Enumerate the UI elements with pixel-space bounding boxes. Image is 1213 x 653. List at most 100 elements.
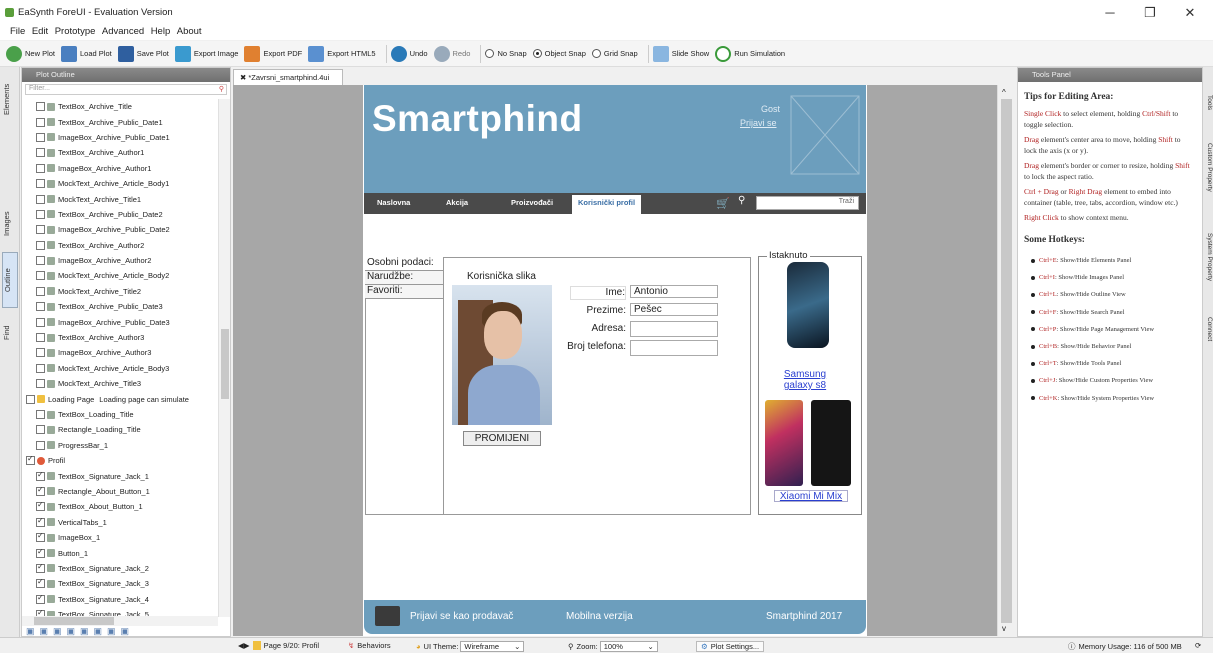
ui-theme-selector[interactable]: ◕ UI Theme: Wireframe ⌄	[416, 641, 525, 652]
outline-tree-item[interactable]: MockText_Archive_Article_Body2	[22, 268, 218, 283]
outline-tree-item[interactable]: VerticalTabs_1	[22, 515, 218, 530]
login-link[interactable]: Prijavi se	[740, 118, 777, 128]
close-button[interactable]: ✕	[1175, 4, 1205, 22]
outline-tree-item[interactable]: Rectangle_Loading_Title	[22, 422, 218, 437]
tab-favoriti[interactable]: Favoriti:	[365, 285, 443, 299]
outline-filter-input[interactable]: Filter... ⚲	[25, 84, 227, 95]
visibility-checkbox[interactable]	[36, 440, 45, 450]
document-tab[interactable]: ✖ *Zavrsni_smartphind.4ui	[233, 69, 343, 85]
menu-about[interactable]: About	[177, 26, 202, 37]
grid-snap-radio[interactable]: Grid Snap	[591, 49, 638, 58]
save-plot-button[interactable]: Save Plot	[117, 45, 169, 62]
outline-tree-item[interactable]: TextBox_Signature_Jack_2	[22, 561, 218, 576]
visibility-checkbox[interactable]	[36, 240, 45, 250]
visibility-checkbox[interactable]	[36, 333, 45, 343]
nav-proizvodaci[interactable]: Proizvođači	[511, 198, 553, 207]
visibility-checkbox[interactable]	[36, 102, 45, 112]
object-snap-radio[interactable]: Object Snap	[532, 49, 586, 58]
outline-tree-item[interactable]: ProgressBar_1	[22, 438, 218, 453]
visibility-checkbox[interactable]	[36, 317, 45, 327]
export-pdf-button[interactable]: Export PDF	[244, 45, 302, 62]
visibility-checkbox[interactable]	[36, 425, 45, 435]
outline-tree-item[interactable]: MockText_Archive_Article_Body3	[22, 361, 218, 376]
cart-icon[interactable]: 🛒	[716, 197, 730, 210]
search-button[interactable]: Traži	[839, 198, 854, 205]
visibility-checkbox[interactable]	[36, 179, 45, 189]
visibility-checkbox[interactable]	[36, 302, 45, 312]
nav-korisnicki-profil[interactable]: Korisnički profil	[572, 195, 642, 214]
visibility-checkbox[interactable]	[26, 394, 35, 404]
slide-show-button[interactable]: Slide Show	[652, 45, 709, 62]
product-link-xiaomi[interactable]: Xiaomi Mi Mix	[774, 490, 848, 502]
outline-tree-item[interactable]: TextBox_Signature_Jack_3	[22, 576, 218, 591]
outline-tree-item[interactable]: TextBox_Archive_Public_Date3	[22, 299, 218, 314]
field-broj-telefona[interactable]	[630, 340, 718, 356]
field-prezime[interactable]: Pešec	[630, 303, 718, 316]
menu-prototype[interactable]: Prototype	[55, 26, 96, 37]
visibility-checkbox[interactable]	[36, 562, 45, 573]
tab-system-property[interactable]: System Property	[1203, 217, 1213, 297]
outline-tree-item[interactable]: TextBox_Archive_Author2	[22, 238, 218, 253]
site-search-input[interactable]: Traži	[756, 196, 859, 210]
canvas-scrollbar[interactable]: ^ v	[997, 85, 1015, 636]
minimize-button[interactable]: ─	[1095, 4, 1125, 22]
plot-settings-button[interactable]: ⚙ Plot Settings...	[696, 641, 765, 652]
nav-akcija[interactable]: Akcija	[446, 198, 468, 207]
zoom-select[interactable]: 100% ⌄	[599, 641, 658, 652]
outline-tree-item[interactable]: TextBox_Loading_Title	[22, 407, 218, 422]
outline-tree-item[interactable]: TextBox_Archive_Author3	[22, 330, 218, 345]
outline-tree-item[interactable]: ImageBox_Archive_Public_Date2	[22, 222, 218, 237]
outline-tree-item[interactable]: MockText_Archive_Title1	[22, 191, 218, 206]
visibility-checkbox[interactable]	[36, 194, 45, 204]
visibility-checkbox[interactable]	[36, 577, 45, 589]
outline-tree-item[interactable]: TextBox_Archive_Author1	[22, 145, 218, 160]
redo-button[interactable]: Redo	[433, 45, 470, 62]
outline-tools-icons[interactable]: ▣▣▣▣▣▣▣▣	[26, 626, 134, 637]
outline-tree-item[interactable]: MockText_Archive_Article_Body1	[22, 176, 218, 191]
visibility-checkbox[interactable]	[36, 531, 45, 543]
outline-tree-item[interactable]: TextBox_Archive_Public_Date1	[22, 114, 218, 129]
visibility-checkbox[interactable]	[36, 363, 45, 373]
visibility-checkbox[interactable]	[36, 516, 45, 527]
visibility-checkbox[interactable]	[36, 286, 45, 296]
menu-help[interactable]: Help	[151, 26, 171, 37]
visibility-checkbox[interactable]	[36, 163, 45, 173]
menu-edit[interactable]: Edit	[32, 26, 48, 37]
menu-file[interactable]: File	[10, 26, 25, 37]
change-photo-button[interactable]: PROMIJENI	[463, 431, 541, 446]
outline-tree-item[interactable]: TextBox_Archive_Public_Date2	[22, 207, 218, 222]
page-navigation[interactable]: ◀ ▶ Page 9/20: Profil	[238, 641, 319, 650]
outline-hscrollbar[interactable]	[22, 616, 218, 626]
gc-button[interactable]: ⟳	[1195, 641, 1201, 650]
visibility-checkbox[interactable]	[36, 500, 45, 512]
seller-login-link[interactable]: Prijavi se kao prodavač	[410, 611, 513, 622]
outline-tree-item[interactable]: ImageBox_Archive_Public_Date1	[22, 130, 218, 145]
outline-tree-item[interactable]: ImageBox_1	[22, 530, 218, 545]
outline-tree-item[interactable]: TextBox_Archive_Title	[22, 99, 218, 114]
outline-tree-item[interactable]: MockText_Archive_Title3	[22, 376, 218, 391]
outline-tree-item[interactable]: Profil	[22, 453, 218, 468]
outline-tree-item[interactable]: TextBox_About_Button_1	[22, 499, 218, 514]
field-ime[interactable]: Antonio	[630, 285, 718, 298]
visibility-checkbox[interactable]	[36, 410, 45, 419]
visibility-checkbox[interactable]	[26, 454, 35, 466]
visibility-checkbox[interactable]	[36, 379, 45, 389]
visibility-checkbox[interactable]	[36, 485, 45, 496]
export-image-button[interactable]: Export Image	[174, 45, 238, 62]
mobile-version-link[interactable]: Mobilna verzija	[566, 611, 633, 622]
tab-find[interactable]: Find	[2, 312, 18, 354]
product-link-samsung[interactable]: Samsung galaxy s8	[770, 369, 840, 391]
tab-narudzbe[interactable]: Narudžbe:	[365, 271, 443, 285]
outline-tree-item[interactable]: TextBox_Signature_Jack_1	[22, 468, 218, 483]
nav-naslovna[interactable]: Naslovna	[377, 198, 410, 207]
tab-tools[interactable]: Tools	[1203, 85, 1213, 121]
visibility-checkbox[interactable]	[36, 593, 45, 604]
load-plot-button[interactable]: Load Plot	[61, 45, 112, 62]
tab-elements[interactable]: Elements	[2, 71, 18, 127]
visibility-checkbox[interactable]	[36, 547, 45, 558]
visibility-checkbox[interactable]	[36, 148, 45, 158]
outline-tree-item[interactable]: ImageBox_Archive_Author1	[22, 161, 218, 176]
tab-custom-property[interactable]: Custom Property	[1203, 127, 1213, 207]
run-simulation-button[interactable]: Run Simulation	[715, 45, 785, 62]
visibility-checkbox[interactable]	[36, 470, 45, 481]
